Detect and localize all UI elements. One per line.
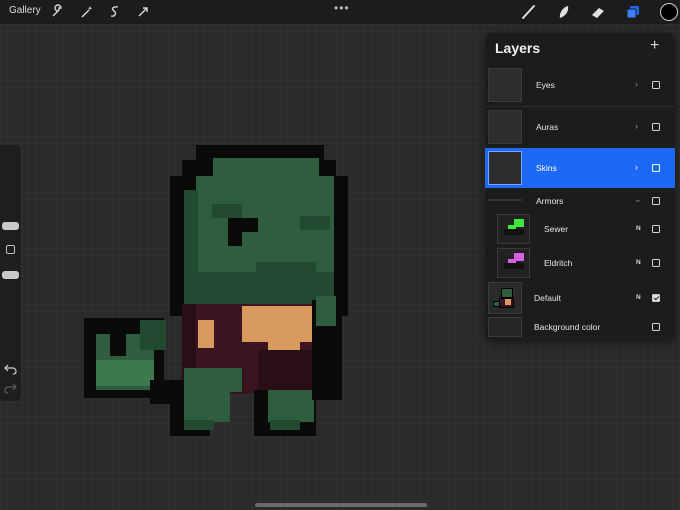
home-indicator — [255, 503, 427, 507]
modify-button[interactable] — [6, 245, 15, 254]
sprite-pixel-block — [300, 216, 330, 230]
layer-name: Eyes — [536, 80, 555, 90]
visibility-checkbox[interactable] — [652, 323, 660, 331]
sprite-pixel-block — [140, 320, 166, 350]
layer-name: Sewer — [544, 224, 569, 234]
sprite-pixel-block — [242, 232, 258, 246]
layer-row-sewer[interactable]: Sewer N — [485, 212, 675, 246]
layer-group-armors[interactable]: Armors ⌄ — [485, 190, 675, 212]
sprite-pixel-block — [110, 334, 126, 356]
layer-thumbnail — [497, 248, 530, 278]
layer-name: Background color — [534, 322, 601, 332]
visibility-checkbox[interactable] — [652, 259, 660, 267]
layer-row-skins[interactable]: Skins › — [485, 148, 675, 188]
layer-row-eldritch[interactable]: Eldritch N — [485, 246, 675, 280]
layer-name: Default — [534, 293, 561, 303]
brush-size-slider-handle[interactable] — [2, 222, 19, 230]
layer-row-auras[interactable]: Auras › — [485, 107, 675, 147]
layers-title: Layers — [495, 40, 541, 56]
layer-thumbnail — [488, 282, 522, 314]
sprite-pixel-block — [184, 420, 214, 430]
layer-thumbnail — [488, 151, 522, 185]
chevron-down-icon[interactable]: ⌄ — [634, 194, 642, 205]
left-sidebar — [0, 145, 21, 401]
sprite-pixel-block — [270, 420, 300, 430]
layer-thumbnail — [488, 317, 522, 337]
sprite-pixel-block — [184, 390, 230, 422]
layer-thumbnail — [488, 68, 522, 102]
sprite-pixel-block — [258, 350, 318, 390]
sprite-pixel-block — [212, 204, 242, 218]
sprite-pixel-block — [316, 296, 336, 326]
sprite-pixel-block — [198, 320, 214, 348]
sprite-pixel-block — [96, 360, 154, 386]
visibility-checkbox[interactable] — [652, 123, 660, 131]
visibility-checkbox[interactable] — [652, 81, 660, 89]
layer-row-background-color[interactable]: Background color — [485, 316, 675, 338]
layer-name: Eldritch — [544, 258, 573, 268]
chevron-right-icon[interactable]: › — [635, 79, 638, 89]
visibility-checkbox[interactable] — [652, 164, 660, 172]
group-thumbnail — [488, 199, 522, 201]
layer-thumbnail — [497, 214, 530, 244]
blend-mode-label[interactable]: N — [636, 225, 641, 232]
layer-name: Skins — [536, 163, 557, 173]
layer-row-eyes[interactable]: Eyes › — [485, 65, 675, 105]
layer-thumbnail — [488, 110, 522, 144]
sprite-pixel-block — [268, 390, 314, 422]
layer-name: Auras — [536, 122, 559, 132]
undo-icon[interactable] — [4, 363, 17, 375]
add-layer-button[interactable]: + — [650, 38, 659, 54]
redo-icon[interactable] — [4, 382, 17, 394]
chevron-right-icon[interactable]: › — [635, 121, 638, 131]
blend-mode-label[interactable]: N — [636, 294, 641, 301]
opacity-slider-handle[interactable] — [2, 271, 19, 279]
visibility-checkbox[interactable] — [652, 225, 660, 233]
sprite-pixel-block — [184, 272, 334, 306]
blend-mode-label[interactable]: N — [636, 259, 641, 266]
sprite-pixel-block — [242, 306, 314, 342]
visibility-checkbox[interactable] — [652, 197, 660, 205]
layer-name: Armors — [536, 196, 564, 206]
sprite-pixel-block — [184, 368, 242, 392]
layer-row-default[interactable]: Default N — [485, 280, 675, 320]
visibility-checkbox[interactable] — [652, 294, 660, 302]
chevron-right-icon[interactable]: › — [635, 162, 638, 172]
layers-panel: Layers + Eyes › Auras › Skins › Armors ⌄ — [485, 33, 675, 340]
